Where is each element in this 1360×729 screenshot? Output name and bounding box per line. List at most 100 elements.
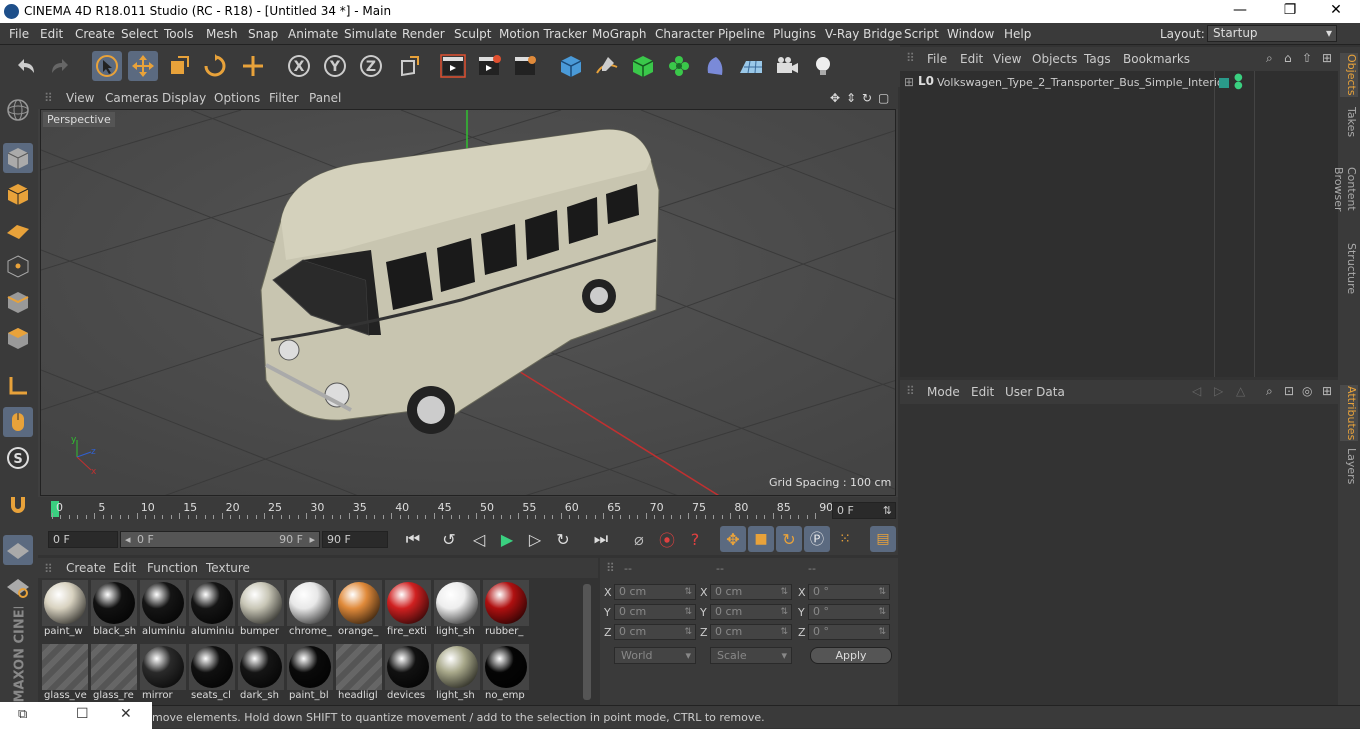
undo-button[interactable] [10,51,40,81]
y-axis-lock-button[interactable]: Y [320,51,350,81]
layout-dropdown[interactable]: Startup ▾ [1207,25,1337,42]
add-light-button[interactable] [808,51,838,81]
menu-select[interactable]: Select [121,27,158,41]
lock-icon[interactable]: ⊡ [1284,384,1294,398]
object-row[interactable]: ⊞ L0 Volkswagen_Type_2_Transporter_Bus_S… [900,73,1338,93]
key-parameter-button[interactable]: Ⓟ [804,526,830,552]
render-settings-button[interactable] [510,51,540,81]
key-position-button[interactable]: ✥ [720,526,746,552]
add-cube-button[interactable] [556,51,586,81]
menu-vray-bridge[interactable]: V-Ray Bridge [825,27,902,41]
menu-create[interactable]: Create [75,27,115,41]
snap-toggle-button[interactable] [3,489,33,519]
add-deformer-button[interactable] [700,51,730,81]
obj-menu-bookmarks[interactable]: Bookmarks [1123,52,1190,66]
material-swatch[interactable]: aluminiu [189,580,235,640]
timeline-ruler[interactable]: 0 5 10 15 20 25 30 35 40 45 50 55 60 65 70 75 80 85 90 [48,499,833,519]
coordinate-system-button[interactable] [394,51,424,81]
coord-size-field[interactable]: 0 cm ⇅ [710,624,792,640]
coord-rot-field[interactable]: 0 ° ⇅ [808,624,890,640]
tab-content-browser[interactable]: Content Browser [1332,147,1358,231]
target-icon[interactable]: ◎ [1302,384,1312,398]
add-cloner-button[interactable] [664,51,694,81]
end-frame-field[interactable]: 90 F [322,531,388,548]
edges-mode-button[interactable] [3,287,33,317]
z-axis-lock-button[interactable]: Z [356,51,386,81]
material-swatch[interactable]: no_emp [483,644,529,704]
tweak-mode-button[interactable] [3,407,33,437]
coord-size-field[interactable]: 0 cm ⇅ [710,604,792,620]
tab-structure[interactable]: Structure [1340,243,1358,295]
vp-zoom-view-icon[interactable]: ⇕ [846,91,856,105]
tab-objects[interactable]: Objects [1340,53,1358,97]
key-rotation-button[interactable]: ↻ [776,526,802,552]
material-swatch[interactable]: paint_w [42,580,88,640]
back-arrow-icon[interactable]: ◁ [1192,384,1201,398]
material-swatch[interactable]: mirror [140,644,186,704]
material-swatch[interactable]: glass_ve [42,644,88,704]
mat-menu-create[interactable]: Create [66,561,106,575]
workplane-mode-button[interactable] [3,215,33,245]
play-button[interactable]: ▶ [494,526,520,552]
restore-icon[interactable]: ⧉ [18,707,27,722]
material-swatch[interactable]: light_sh [434,580,480,640]
frame-range-slider[interactable]: ◂ 0 F 90 F ▸ [120,531,320,548]
maximize-icon[interactable]: ☐ [76,706,89,722]
menu-script[interactable]: Script [904,27,939,41]
make-editable-button[interactable] [3,95,33,125]
mat-menu-function[interactable]: Function [147,561,198,575]
menu-edit[interactable]: Edit [40,27,63,41]
tab-attributes[interactable]: Attributes [1340,385,1358,441]
vp-menu-filter[interactable]: Filter [269,91,299,105]
search-icon[interactable]: ⌕ [1266,384,1273,399]
menu-help[interactable]: Help [1004,27,1031,41]
next-key-button[interactable]: ↻ [550,526,576,552]
material-swatch[interactable]: fire_exti [385,580,431,640]
material-swatch[interactable]: orange_ [336,580,382,640]
menu-sculpt[interactable]: Sculpt [454,27,491,41]
record-keys-button[interactable]: ⌀ [626,526,652,552]
scale-tool-button[interactable] [164,51,194,81]
add-camera-button[interactable] [772,51,802,81]
vp-move-view-icon[interactable]: ✥ [830,91,840,105]
recent-tools-button[interactable] [238,51,268,81]
menu-mesh[interactable]: Mesh [206,27,238,41]
material-swatch[interactable]: bumper [238,580,284,640]
menu-motion-tracker[interactable]: Motion Tracker [499,27,587,41]
mat-menu-edit[interactable]: Edit [113,561,136,575]
menu-character[interactable]: Character [655,27,714,41]
x-axis-lock-button[interactable]: X [284,51,314,81]
vp-menu-cameras[interactable]: Cameras [105,91,158,105]
vp-menu-view[interactable]: View [66,91,94,105]
add-floor-button[interactable] [736,51,766,81]
render-view-button[interactable] [438,51,468,81]
tab-layers[interactable]: Layers [1340,447,1358,485]
autokey-button[interactable]: ⦿ [654,526,680,552]
menu-render[interactable]: Render [402,27,445,41]
add-subdivision-surface-button[interactable] [628,51,658,81]
visibility-dots-icon[interactable]: ● ● [1234,73,1243,91]
coord-pos-field[interactable]: 0 cm ⇅ [614,604,696,620]
obj-menu-view[interactable]: View [993,52,1021,66]
material-swatch[interactable]: chrome_ [287,580,333,640]
material-swatch[interactable]: paint_bl [287,644,333,704]
size-mode-dropdown[interactable]: Scale ▾ [710,647,792,664]
minimize-button[interactable]: — [1220,2,1260,22]
grid-lock-button[interactable] [3,535,33,565]
menu-simulate[interactable]: Simulate [344,27,397,41]
live-selection-button[interactable] [92,51,122,81]
menu-animate[interactable]: Animate [288,27,338,41]
render-to-picture-viewer-button[interactable] [474,51,504,81]
close-button[interactable]: ✕ [1316,2,1356,22]
rotate-tool-button[interactable] [200,51,230,81]
menu-pipeline[interactable]: Pipeline [718,27,765,41]
previous-frame-button[interactable]: ◁ [466,526,492,552]
previous-key-button[interactable]: ↺ [436,526,462,552]
search-icon[interactable]: ⌕ [1266,51,1273,66]
forward-arrow-icon[interactable]: ▷ [1214,384,1223,398]
expand-icon[interactable]: ⊞ [904,75,914,89]
mat-menu-texture[interactable]: Texture [206,561,250,575]
attr-menu-mode[interactable]: Mode [927,385,960,399]
attr-menu-user-data[interactable]: User Data [1005,385,1065,399]
model-mode-button[interactable] [3,143,33,173]
